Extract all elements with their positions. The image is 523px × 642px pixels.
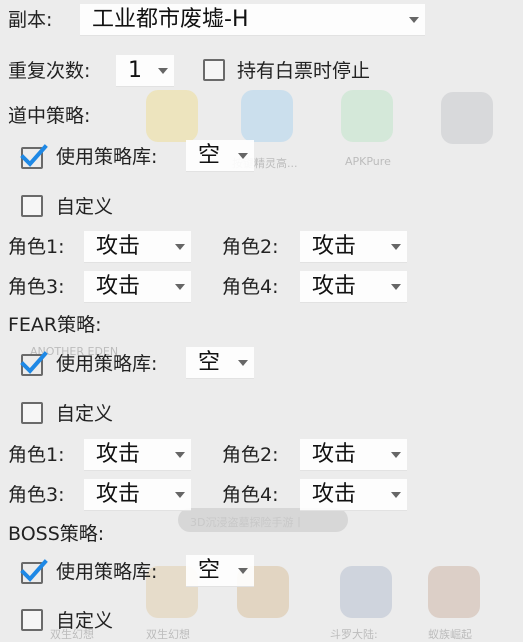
role-4-label: 角色4: bbox=[222, 276, 279, 298]
role-3-value: 攻击 bbox=[96, 274, 141, 299]
role-1-select[interactable]: 攻击 bbox=[84, 439, 191, 471]
role-1-value: 攻击 bbox=[96, 442, 141, 467]
strategy-lib-value: 空 bbox=[198, 558, 221, 583]
role-3-label: 角色3: bbox=[8, 276, 65, 298]
chevron-down-icon bbox=[175, 452, 185, 458]
check-icon bbox=[20, 144, 48, 167]
role-2-select[interactable]: 攻击 bbox=[300, 439, 407, 471]
script-settings-panel: 副本: 工业都市废墟-H 重复次数: 1 持有白票时停止 道中策略: 使用策略库… bbox=[0, 0, 523, 638]
chevron-down-icon bbox=[238, 153, 248, 159]
use-strategy-lib-label: 使用策略库: bbox=[56, 146, 158, 168]
role-3-label: 角色3: bbox=[8, 484, 65, 506]
strategy-lib-select[interactable]: 空 bbox=[186, 347, 254, 379]
role-4-value: 攻击 bbox=[312, 482, 357, 507]
role-3-select[interactable]: 攻击 bbox=[84, 479, 191, 511]
repeat-count-value: 1 bbox=[128, 58, 142, 83]
role-2-label: 角色2: bbox=[222, 236, 279, 258]
use-strategy-lib-checkbox[interactable] bbox=[20, 559, 48, 584]
section-title-boss: BOSS策略: bbox=[8, 523, 105, 545]
dungeon-select[interactable]: 工业都市废墟-H bbox=[80, 4, 425, 36]
strategy-lib-select[interactable]: 空 bbox=[186, 140, 254, 172]
role-4-value: 攻击 bbox=[312, 274, 357, 299]
role-1-select[interactable]: 攻击 bbox=[84, 231, 191, 263]
dungeon-select-value: 工业都市废墟-H bbox=[92, 7, 249, 32]
custom-checkbox[interactable] bbox=[21, 609, 43, 631]
role-3-value: 攻击 bbox=[96, 482, 141, 507]
section-title-fear: FEAR策略: bbox=[8, 314, 102, 336]
custom-label: 自定义 bbox=[56, 610, 114, 632]
chevron-down-icon bbox=[391, 244, 401, 250]
stop-on-ticket-label: 持有白票时停止 bbox=[237, 60, 371, 82]
role-4-select[interactable]: 攻击 bbox=[300, 271, 407, 303]
use-strategy-lib-checkbox[interactable] bbox=[20, 144, 48, 169]
chevron-down-icon bbox=[238, 568, 248, 574]
chevron-down-icon bbox=[238, 360, 248, 366]
role-2-select[interactable]: 攻击 bbox=[300, 231, 407, 263]
role-4-select[interactable]: 攻击 bbox=[300, 479, 407, 511]
role-2-value: 攻击 bbox=[312, 234, 357, 259]
custom-checkbox[interactable] bbox=[21, 402, 43, 424]
role-2-label: 角色2: bbox=[222, 444, 279, 466]
custom-label: 自定义 bbox=[56, 403, 114, 425]
use-strategy-lib-checkbox[interactable] bbox=[20, 351, 48, 376]
use-strategy-lib-label: 使用策略库: bbox=[56, 561, 158, 583]
section-title-route: 道中策略: bbox=[8, 105, 91, 127]
chevron-down-icon bbox=[409, 17, 419, 23]
role-2-value: 攻击 bbox=[312, 442, 357, 467]
role-1-label: 角色1: bbox=[8, 236, 65, 258]
strategy-lib-value: 空 bbox=[198, 350, 221, 375]
custom-label: 自定义 bbox=[56, 196, 114, 218]
chevron-down-icon bbox=[158, 68, 168, 74]
chevron-down-icon bbox=[391, 492, 401, 498]
custom-checkbox[interactable] bbox=[21, 195, 43, 217]
strategy-lib-value: 空 bbox=[198, 143, 221, 168]
use-strategy-lib-label: 使用策略库: bbox=[56, 353, 158, 375]
repeat-count-label: 重复次数: bbox=[8, 60, 91, 82]
chevron-down-icon bbox=[391, 284, 401, 290]
chevron-down-icon bbox=[391, 452, 401, 458]
chevron-down-icon bbox=[175, 492, 185, 498]
role-3-select[interactable]: 攻击 bbox=[84, 271, 191, 303]
strategy-lib-select[interactable]: 空 bbox=[186, 555, 254, 587]
chevron-down-icon bbox=[175, 284, 185, 290]
role-4-label: 角色4: bbox=[222, 484, 279, 506]
check-icon bbox=[20, 351, 48, 374]
stop-on-ticket-checkbox[interactable] bbox=[203, 59, 225, 81]
chevron-down-icon bbox=[175, 244, 185, 250]
repeat-count-select[interactable]: 1 bbox=[116, 55, 174, 87]
role-1-label: 角色1: bbox=[8, 444, 65, 466]
check-icon bbox=[20, 559, 48, 582]
role-1-value: 攻击 bbox=[96, 234, 141, 259]
dungeon-label: 副本: bbox=[8, 9, 53, 31]
